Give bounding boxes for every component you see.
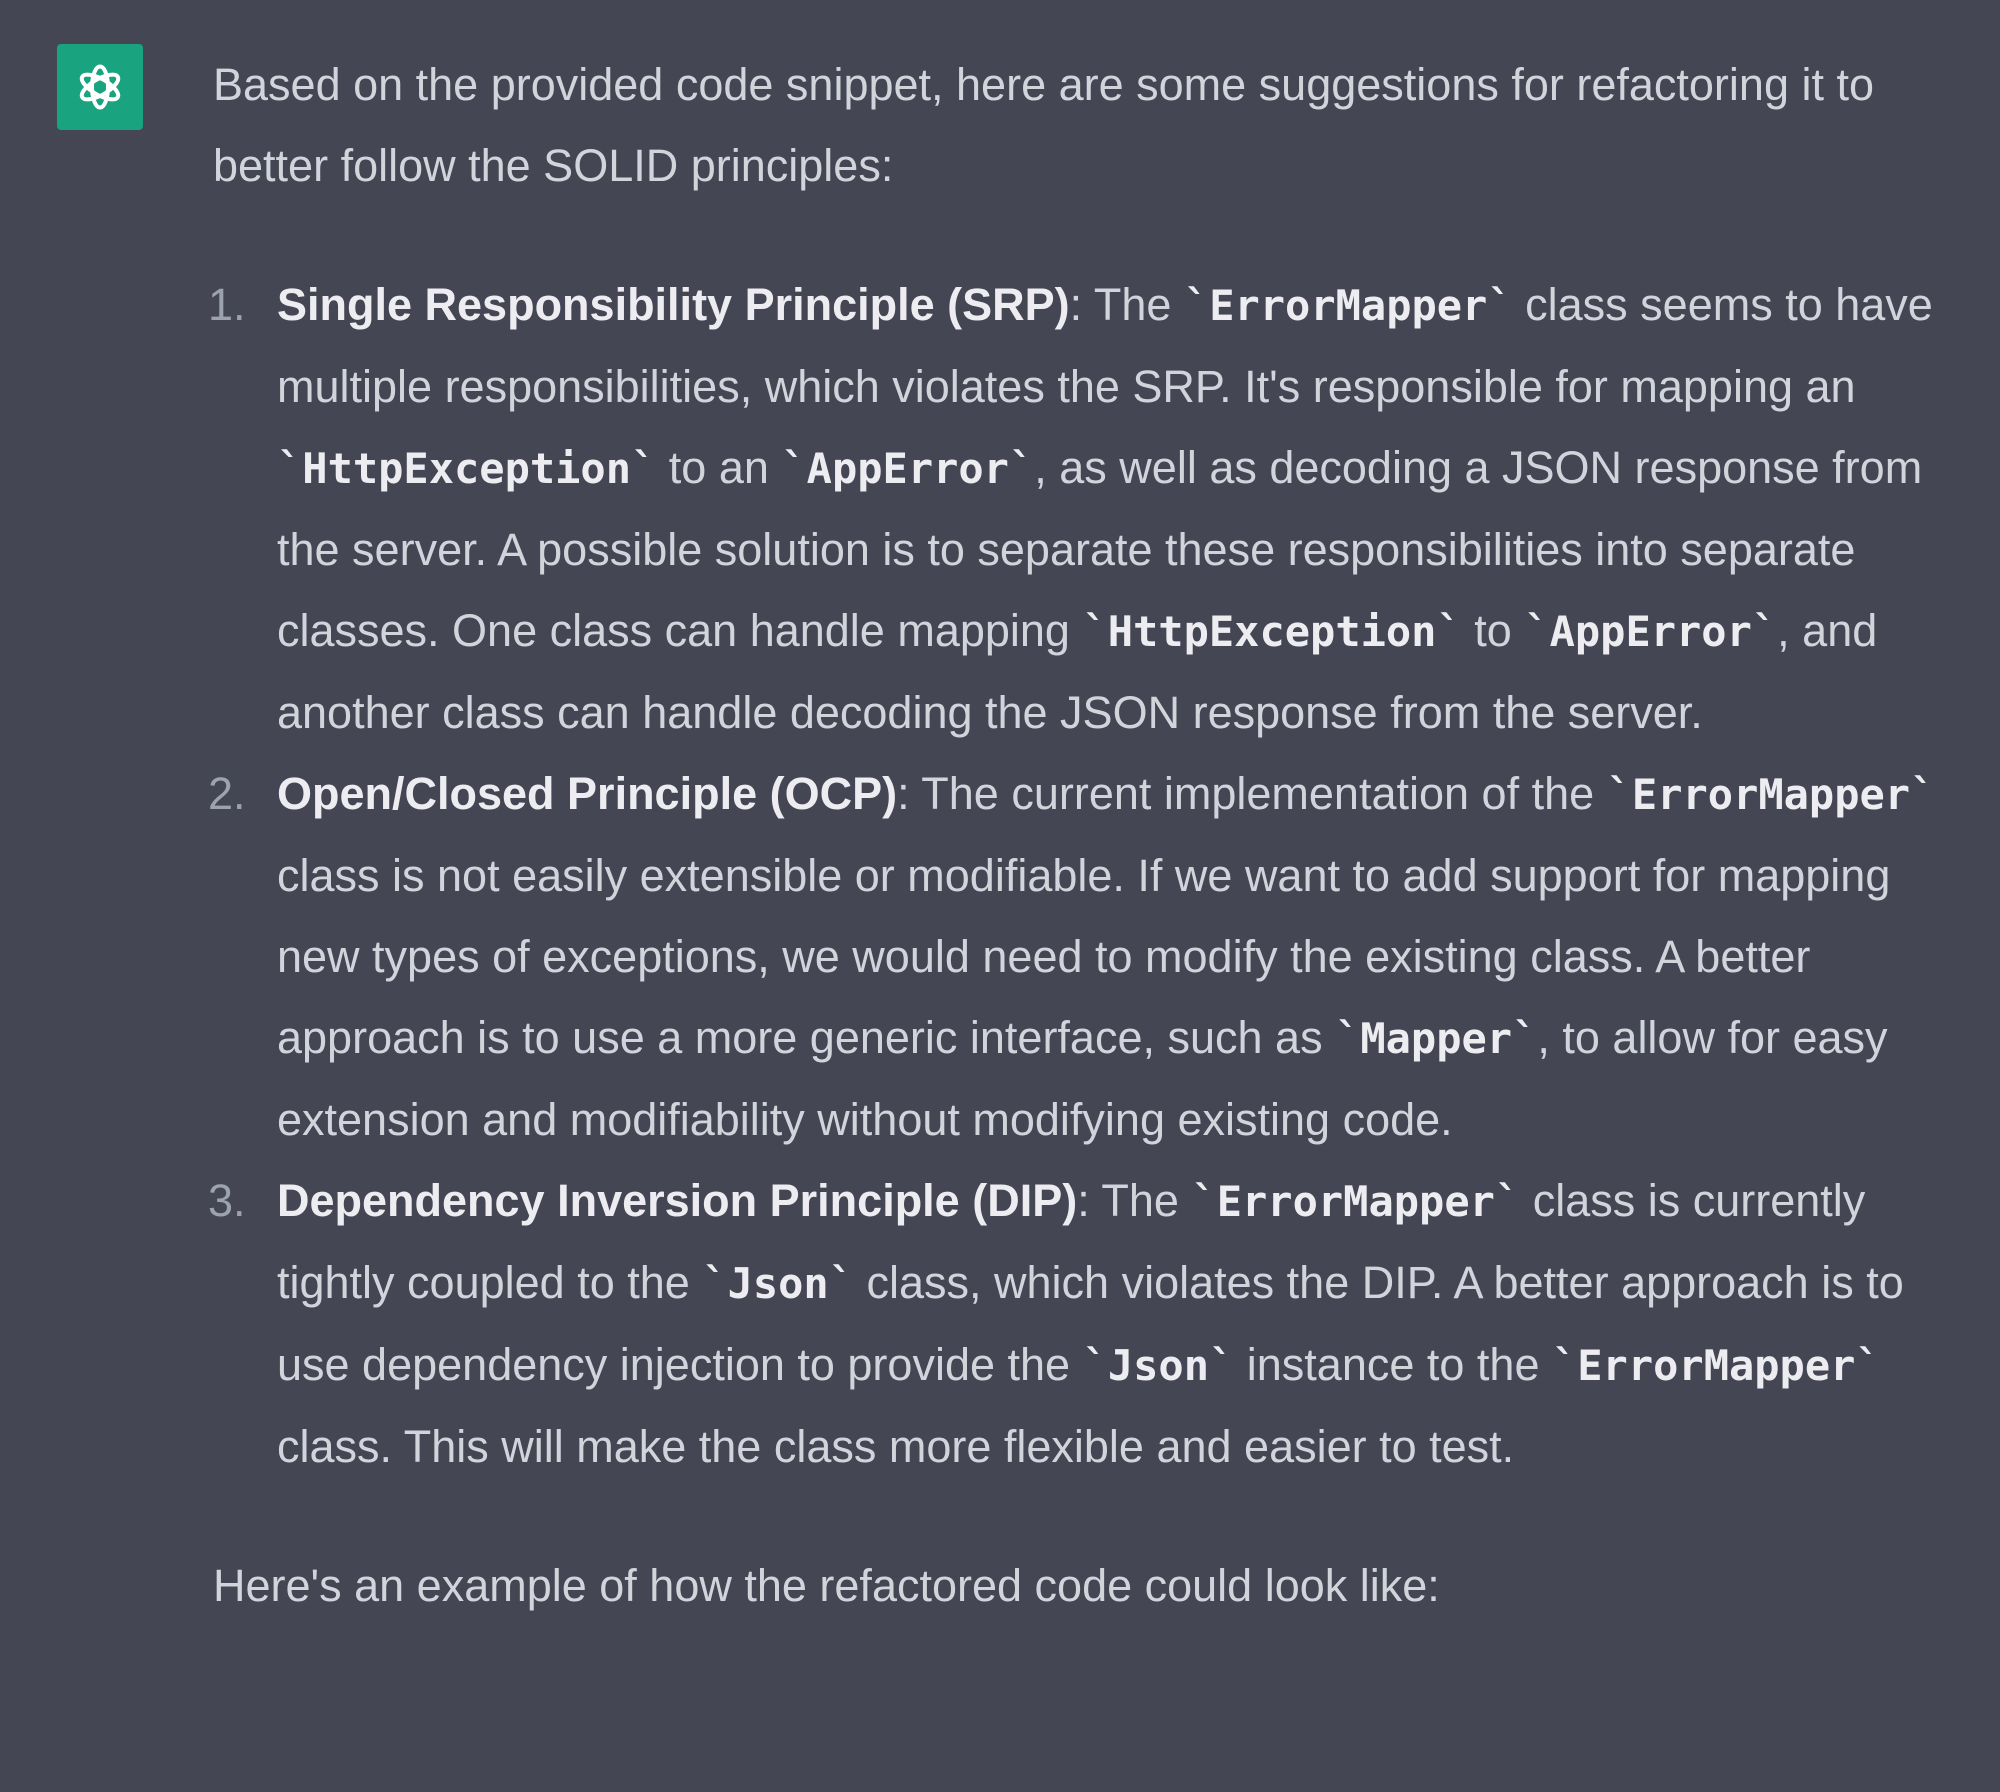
inline-code: `HttpException`	[277, 444, 657, 493]
inline-code: `AppError`	[781, 444, 1035, 493]
item-text: : The	[1069, 279, 1184, 330]
list-item-srp: 1. Single Responsibility Principle (SRP):…	[208, 264, 1968, 753]
assistant-message: Based on the provided code snippet, here…	[208, 44, 1968, 1626]
principles-list: 1. Single Responsibility Principle (SRP):…	[208, 264, 1968, 1487]
inline-code: `ErrorMapper`	[1551, 1341, 1881, 1390]
inline-code: `ErrorMapper`	[1183, 281, 1513, 330]
message-outro: Here's an example of how the refactored …	[213, 1560, 1440, 1611]
principle-title: Dependency Inversion Principle (DIP)	[277, 1175, 1078, 1226]
inline-code: `ErrorMapper`	[1606, 770, 1936, 819]
inline-code: `Json`	[702, 1259, 854, 1308]
item-text: to	[1461, 605, 1525, 656]
list-item-ocp: 2. Open/Closed Principle (OCP): The curre…	[208, 753, 1968, 1160]
inline-code: `AppError`	[1524, 607, 1778, 656]
item-text: class. This will make the class more fle…	[277, 1421, 1515, 1472]
inline-code: `Json`	[1082, 1341, 1235, 1390]
item-text: : The	[1077, 1175, 1192, 1226]
list-number: 3.	[208, 1175, 246, 1226]
list-number: 1.	[208, 279, 246, 330]
openai-logo-icon	[79, 64, 121, 110]
inline-code: `ErrorMapper`	[1191, 1177, 1521, 1226]
item-text: to an	[656, 442, 782, 493]
assistant-avatar	[57, 44, 143, 130]
message-intro: Based on the provided code snippet, here…	[213, 59, 1875, 191]
list-item-dip: 3. Dependency Inversion Principle (DIP): …	[208, 1160, 1968, 1487]
inline-code: `HttpException`	[1082, 607, 1462, 656]
principle-title: Open/Closed Principle (OCP)	[277, 768, 898, 819]
inline-code: `Mapper`	[1335, 1014, 1538, 1063]
item-text: : The current implementation of the	[897, 768, 1607, 819]
principle-title: Single Responsibility Principle (SRP)	[277, 279, 1070, 330]
list-number: 2.	[208, 768, 246, 819]
item-text: instance to the	[1234, 1339, 1552, 1390]
